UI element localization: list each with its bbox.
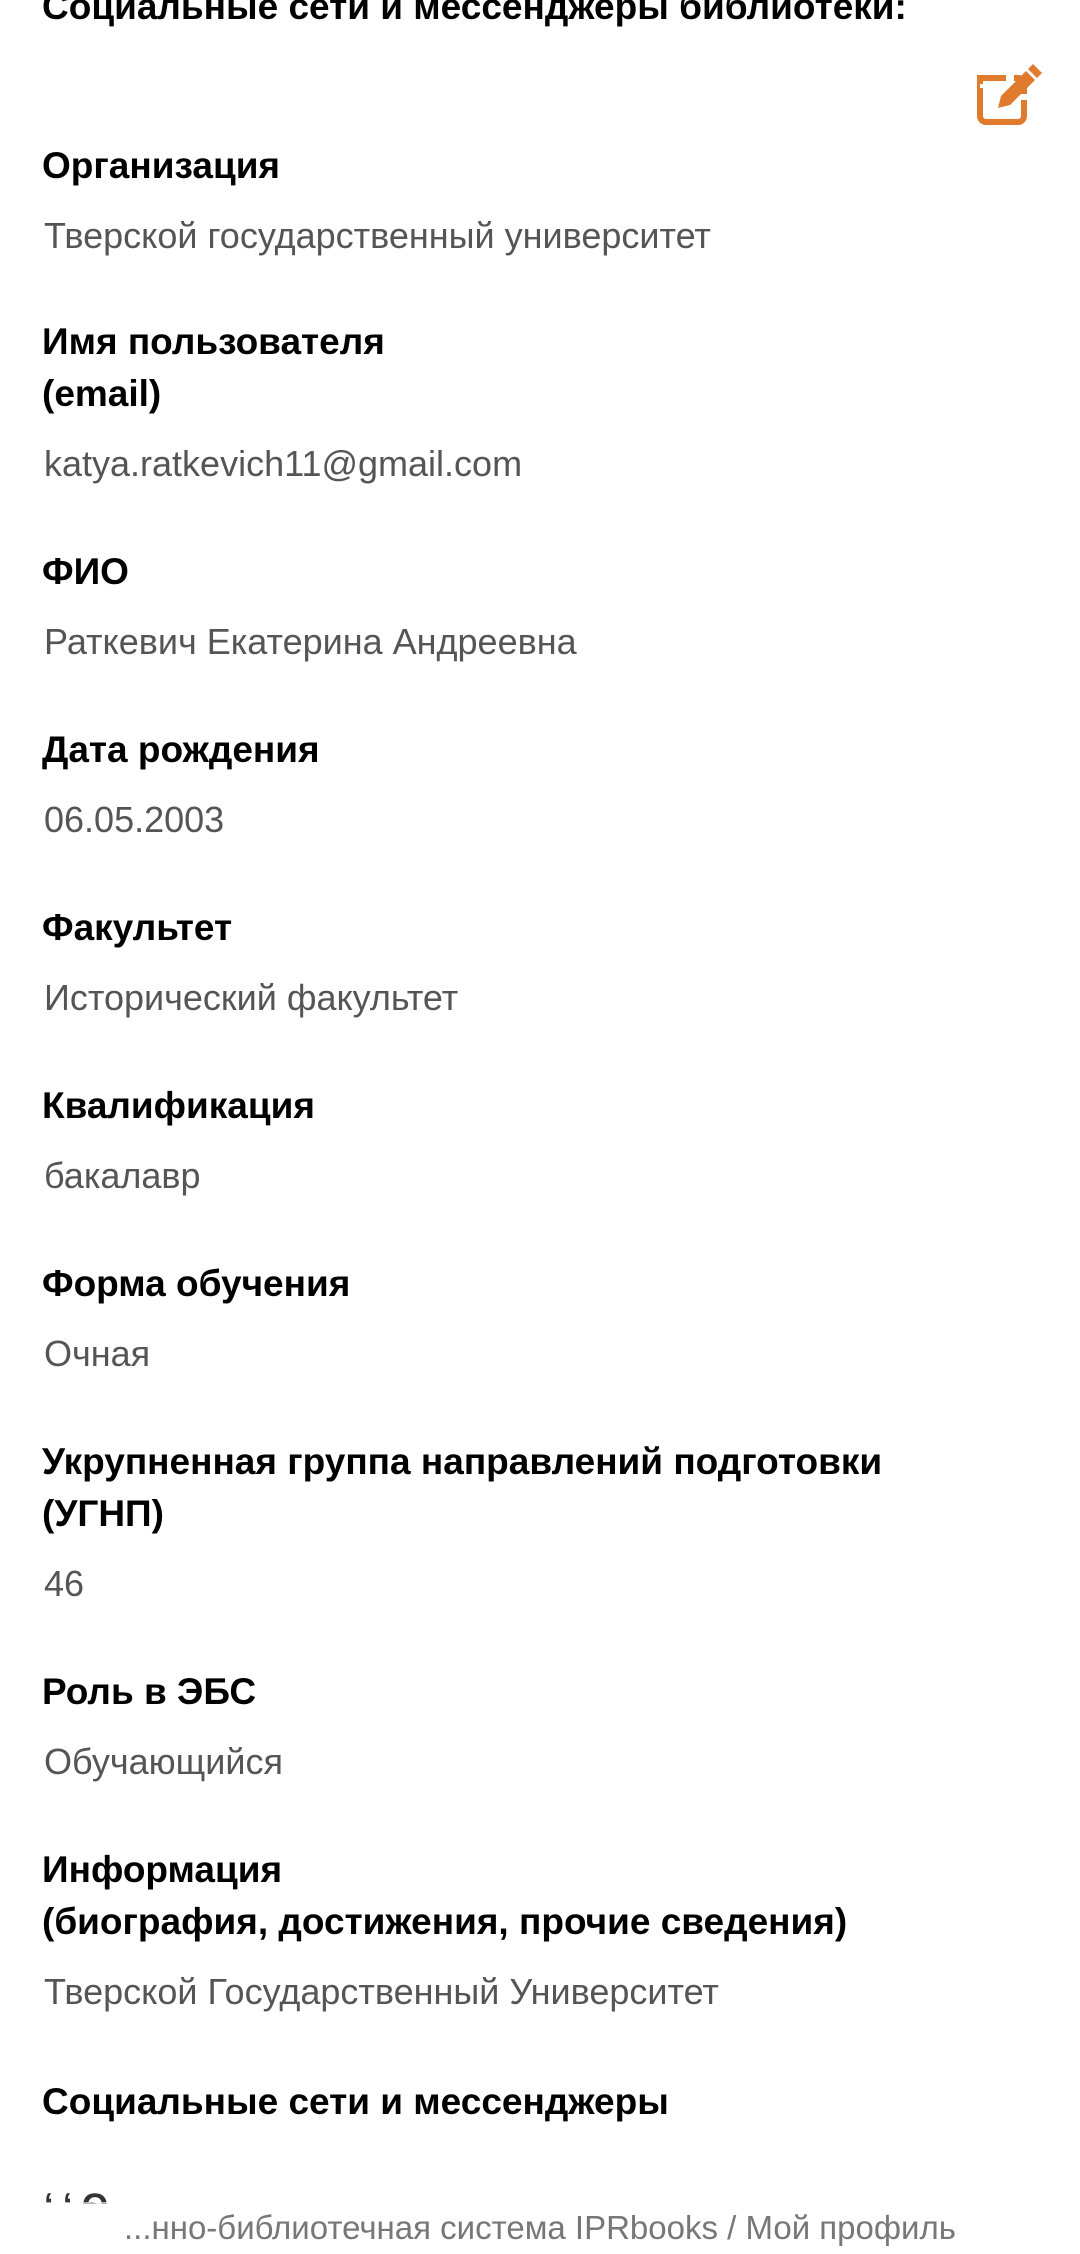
field-username: Имя пользователя (email) katya.ratkevich… bbox=[42, 316, 1042, 488]
study-form-value: Очная bbox=[44, 1333, 151, 1374]
role-value: Обучающийся bbox=[44, 1741, 283, 1782]
info-label-line1: Информация bbox=[42, 1849, 283, 1890]
field-role: Роль в ЭБС Обучающийся bbox=[42, 1666, 1042, 1786]
qualification-value: бакалавр bbox=[44, 1155, 201, 1196]
username-label-line2: (email) bbox=[42, 373, 162, 414]
full-name-value: Раткевич Екатерина Андреевна bbox=[44, 621, 577, 662]
field-organization: Организация Тверской государственный уни… bbox=[42, 140, 1042, 260]
profile-page: Социальные сети и мессенджеры библиотеки… bbox=[0, 0, 1080, 2254]
username-value: katya.ratkevich11@gmail.com bbox=[44, 443, 523, 484]
field-qualification: Квалификация бакалавр bbox=[42, 1080, 1042, 1200]
birth-date-label: Дата рождения bbox=[42, 729, 320, 770]
qualification-label: Квалификация bbox=[42, 1085, 315, 1126]
faculty-value: Исторический факультет bbox=[44, 977, 459, 1018]
edit-icon bbox=[977, 64, 1042, 125]
username-label-line1: Имя пользователя bbox=[42, 321, 385, 362]
edit-profile-button[interactable] bbox=[976, 64, 1042, 126]
organization-label: Организация bbox=[42, 145, 281, 186]
faculty-label: Факультет bbox=[42, 907, 233, 948]
study-form-label: Форма обучения bbox=[42, 1263, 351, 1304]
field-info: Информация (биография, достижения, прочи… bbox=[42, 1844, 1042, 2016]
full-name-label: ФИО bbox=[42, 551, 129, 592]
info-label-line2: (биография, достижения, прочие сведения) bbox=[42, 1901, 848, 1942]
field-faculty: Факультет Исторический факультет bbox=[42, 902, 1042, 1022]
birth-date-value: 06.05.2003 bbox=[44, 799, 225, 840]
social-networks-label: Социальные сети и мессенджеры bbox=[42, 2081, 669, 2122]
ugnp-value: 46 bbox=[44, 1563, 85, 1604]
library-social-heading: Социальные сети и мессенджеры библиотеки… bbox=[42, 0, 907, 27]
field-ugnp: Укрупненная группа направлений подготовк… bbox=[42, 1436, 1042, 1608]
footer-breadcrumb[interactable]: ...нно-библиотечная система IPRbooks / М… bbox=[124, 2206, 956, 2250]
field-full-name: ФИО Раткевич Екатерина Андреевна bbox=[42, 546, 1042, 666]
field-study-form: Форма обучения Очная bbox=[42, 1258, 1042, 1378]
field-birth-date: Дата рождения 06.05.2003 bbox=[42, 724, 1042, 844]
organization-value: Тверской государственный университет bbox=[44, 215, 711, 256]
role-label: Роль в ЭБС bbox=[42, 1671, 257, 1712]
ugnp-label-line2: (УГНП) bbox=[42, 1493, 164, 1534]
info-value: Тверской Государственный Университет bbox=[44, 1971, 719, 2012]
ugnp-label-line1: Укрупненная группа направлений подготовк… bbox=[42, 1441, 883, 1482]
